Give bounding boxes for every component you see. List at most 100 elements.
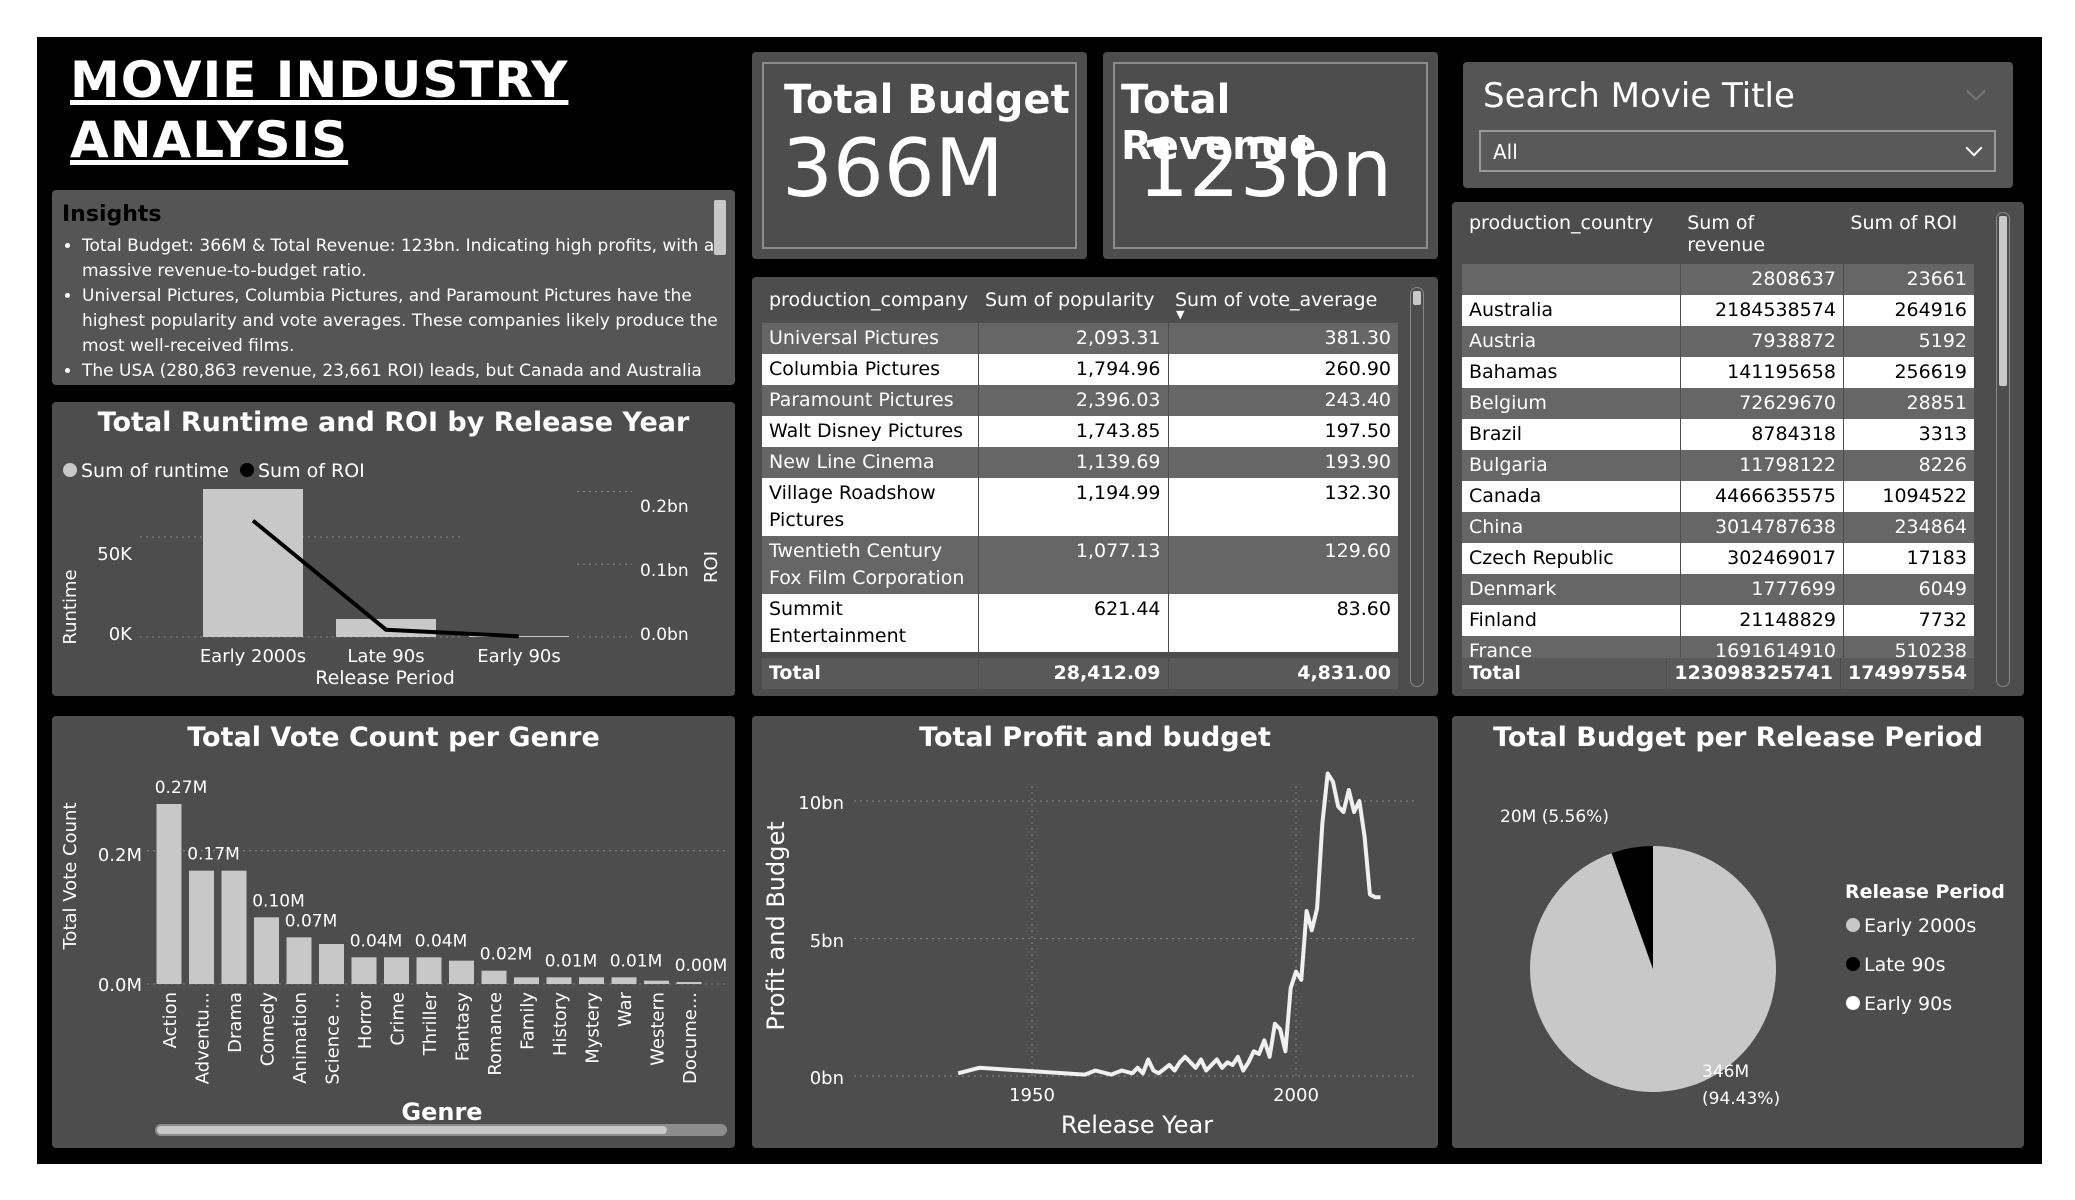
budget-pie-svg: 20M (5.56%) 346M (94.43%) Release Period… — [1500, 807, 2005, 1109]
legend-marker — [1846, 957, 1860, 971]
genre-bar[interactable] — [644, 980, 669, 984]
x-axis-title: Release Year — [1061, 1111, 1213, 1139]
column-header[interactable]: Sum of ROI — [1843, 210, 1974, 258]
card-label: Total Budget — [784, 77, 1070, 123]
genre-bar[interactable] — [254, 917, 279, 984]
table-row[interactable]: Canada 4466635575 1094522 — [1462, 481, 1974, 512]
data-label: 0.01M — [610, 951, 663, 971]
genre-bar[interactable] — [286, 937, 312, 984]
table-row[interactable]: Finland 21148829 7732 — [1462, 605, 1974, 636]
table-row[interactable]: Twentieth Century Fox Film Corporation 1,… — [762, 536, 1398, 594]
table-row[interactable]: 2808637 23661 — [1462, 264, 1974, 295]
table-row[interactable]: China 3014787638 234864 — [1462, 512, 1974, 543]
company-table-panel: production_company Sum of popularity Sum… — [752, 277, 1438, 696]
x-tick-label: Comedy — [258, 992, 279, 1067]
country-table-panel: production_country Sum of revenue Sum of… — [1452, 202, 2024, 696]
data-label: 0.27M — [155, 778, 208, 798]
table-row[interactable]: Brazil 8784318 3313 — [1462, 419, 1974, 450]
table-row[interactable]: Walt Disney Pictures 1,743.85 197.50 — [762, 416, 1398, 447]
pie-slices — [1530, 846, 1777, 1092]
y2-tick-label: 0.2bn — [640, 497, 689, 517]
slicer-title: Search Movie Title — [1483, 76, 1795, 116]
total-budget-card: Total Budget 366M — [752, 52, 1087, 259]
y-tick-label: 0.0M — [98, 975, 142, 996]
genre-bar[interactable] — [319, 944, 344, 984]
genre-bar[interactable] — [384, 957, 409, 984]
genre-bar[interactable] — [351, 957, 377, 984]
y-axis-title: Runtime — [60, 569, 81, 644]
column-header[interactable]: production_company — [762, 287, 978, 313]
table-row[interactable]: New Line Cinema 1,139.69 193.90 — [762, 447, 1398, 478]
column-header[interactable]: Sum of revenue — [1680, 210, 1843, 258]
column-header[interactable]: production_country — [1462, 210, 1680, 258]
x-axis-title: Release Period — [315, 667, 455, 689]
horizontal-scrollbar[interactable] — [157, 1126, 667, 1134]
table-row[interactable]: Australia 2184538574 264916 — [1462, 295, 1974, 326]
genre-bar[interactable] — [449, 960, 474, 984]
table-row[interactable]: Universal Pictures 2,093.31 381.30 — [762, 323, 1398, 354]
company-table-total: Total 28,412.09 4,831.00 — [762, 658, 1398, 689]
table-row[interactable]: Czech Republic 302469017 17183 — [1462, 543, 1974, 574]
insights-list: Total Budget: 366M & Total Revenue: 123b… — [82, 234, 727, 384]
x-tick-label: Family — [518, 992, 539, 1050]
table-row[interactable]: Bahamas 141195658 256619 — [1462, 357, 1974, 388]
column-header-label: Sum of vote_average — [1175, 289, 1378, 311]
legend-marker — [1846, 918, 1860, 932]
total-row: Total 123098325741 174997554 — [1462, 658, 1974, 689]
column-header[interactable]: Sum of popularity — [978, 287, 1168, 313]
card-value: 366M — [782, 122, 1004, 215]
total-revenue-card: Total Revenue 123bn — [1103, 52, 1438, 259]
table-row[interactable]: Village Roadshow Pictures 1,194.99 132.30 — [762, 478, 1398, 536]
x-tick-label: Late 90s — [347, 646, 424, 667]
insights-scrollbar[interactable] — [714, 200, 726, 255]
genre-bar[interactable] — [189, 870, 214, 984]
profit-series-line[interactable] — [957, 771, 1381, 1077]
country-table: production_country Sum of revenue Sum of… — [1462, 210, 1974, 667]
genre-bar[interactable] — [156, 804, 182, 984]
table-row[interactable]: Columbia Pictures 1,794.96 260.90 — [762, 354, 1398, 385]
y2-tick-label: 0.1bn — [640, 561, 689, 581]
legend-title: Release Period — [1845, 881, 2005, 903]
x-tick-label: History — [550, 992, 571, 1056]
table-row[interactable]: Austria 7938872 5192 — [1462, 326, 1974, 357]
page-title: MOVIE INDUSTRY ANALYSIS — [70, 51, 569, 169]
x-tick-label: Thriller — [420, 991, 441, 1056]
pie-slice[interactable] — [1530, 846, 1777, 1092]
x-tick-label: Fantasy — [453, 992, 474, 1062]
table-row[interactable]: Bulgaria 11798122 8226 — [1462, 450, 1974, 481]
genre-bar[interactable] — [221, 870, 247, 984]
chevron-down-icon — [1965, 139, 1983, 157]
genre-bar[interactable] — [546, 977, 572, 984]
bars — [203, 489, 569, 637]
column-header[interactable]: Sum of vote_average ▼ — [1168, 287, 1398, 321]
genre-bar[interactable] — [481, 970, 507, 984]
table-row[interactable]: Paramount Pictures 2,396.03 243.40 — [762, 385, 1398, 416]
genre-bar[interactable] — [611, 977, 637, 984]
x-tick-label: Science ... — [323, 992, 344, 1085]
genre-bar[interactable] — [416, 957, 442, 984]
company-table: production_company Sum of popularity Sum… — [762, 287, 1398, 652]
genre-bar[interactable] — [514, 977, 539, 984]
slice-label: 20M (5.56%) — [1500, 807, 1609, 827]
table-header: production_company Sum of popularity Sum… — [762, 287, 1398, 321]
data-label: 0.00M — [675, 956, 728, 976]
table-scrollbar[interactable] — [1413, 291, 1421, 305]
x-tick-label: Drama — [225, 992, 246, 1053]
genre-bar[interactable] — [579, 977, 604, 984]
x-tick-label: Mystery — [583, 992, 604, 1064]
y-tick-label: 5bn — [810, 931, 844, 952]
runtime-bar[interactable] — [203, 489, 303, 637]
genre-bar[interactable] — [676, 982, 702, 984]
table-scrollbar[interactable] — [1999, 216, 2007, 386]
movie-title-dropdown[interactable]: All — [1479, 130, 1996, 172]
table-row[interactable]: Summit Entertainment 621.44 83.60 — [762, 594, 1398, 652]
x-tick-label: 2000 — [1273, 1085, 1319, 1106]
x-tick-labels: Action Adventu... Drama Comedy Animation Scie… — [160, 991, 701, 1084]
table-row[interactable]: Belgium 72629670 28851 — [1462, 388, 1974, 419]
y-tick-label: 0bn — [810, 1068, 844, 1089]
table-scrollbar-track[interactable] — [1410, 287, 1424, 687]
chevron-down-icon[interactable] — [1966, 81, 1986, 101]
table-row[interactable]: Denmark 1777699 6049 — [1462, 574, 1974, 605]
vote-genre-chart: Total Vote Count per Genre Total Vote Co… — [52, 716, 735, 1148]
insight-item: Universal Pictures, Columbia Pictures, a… — [82, 284, 727, 359]
